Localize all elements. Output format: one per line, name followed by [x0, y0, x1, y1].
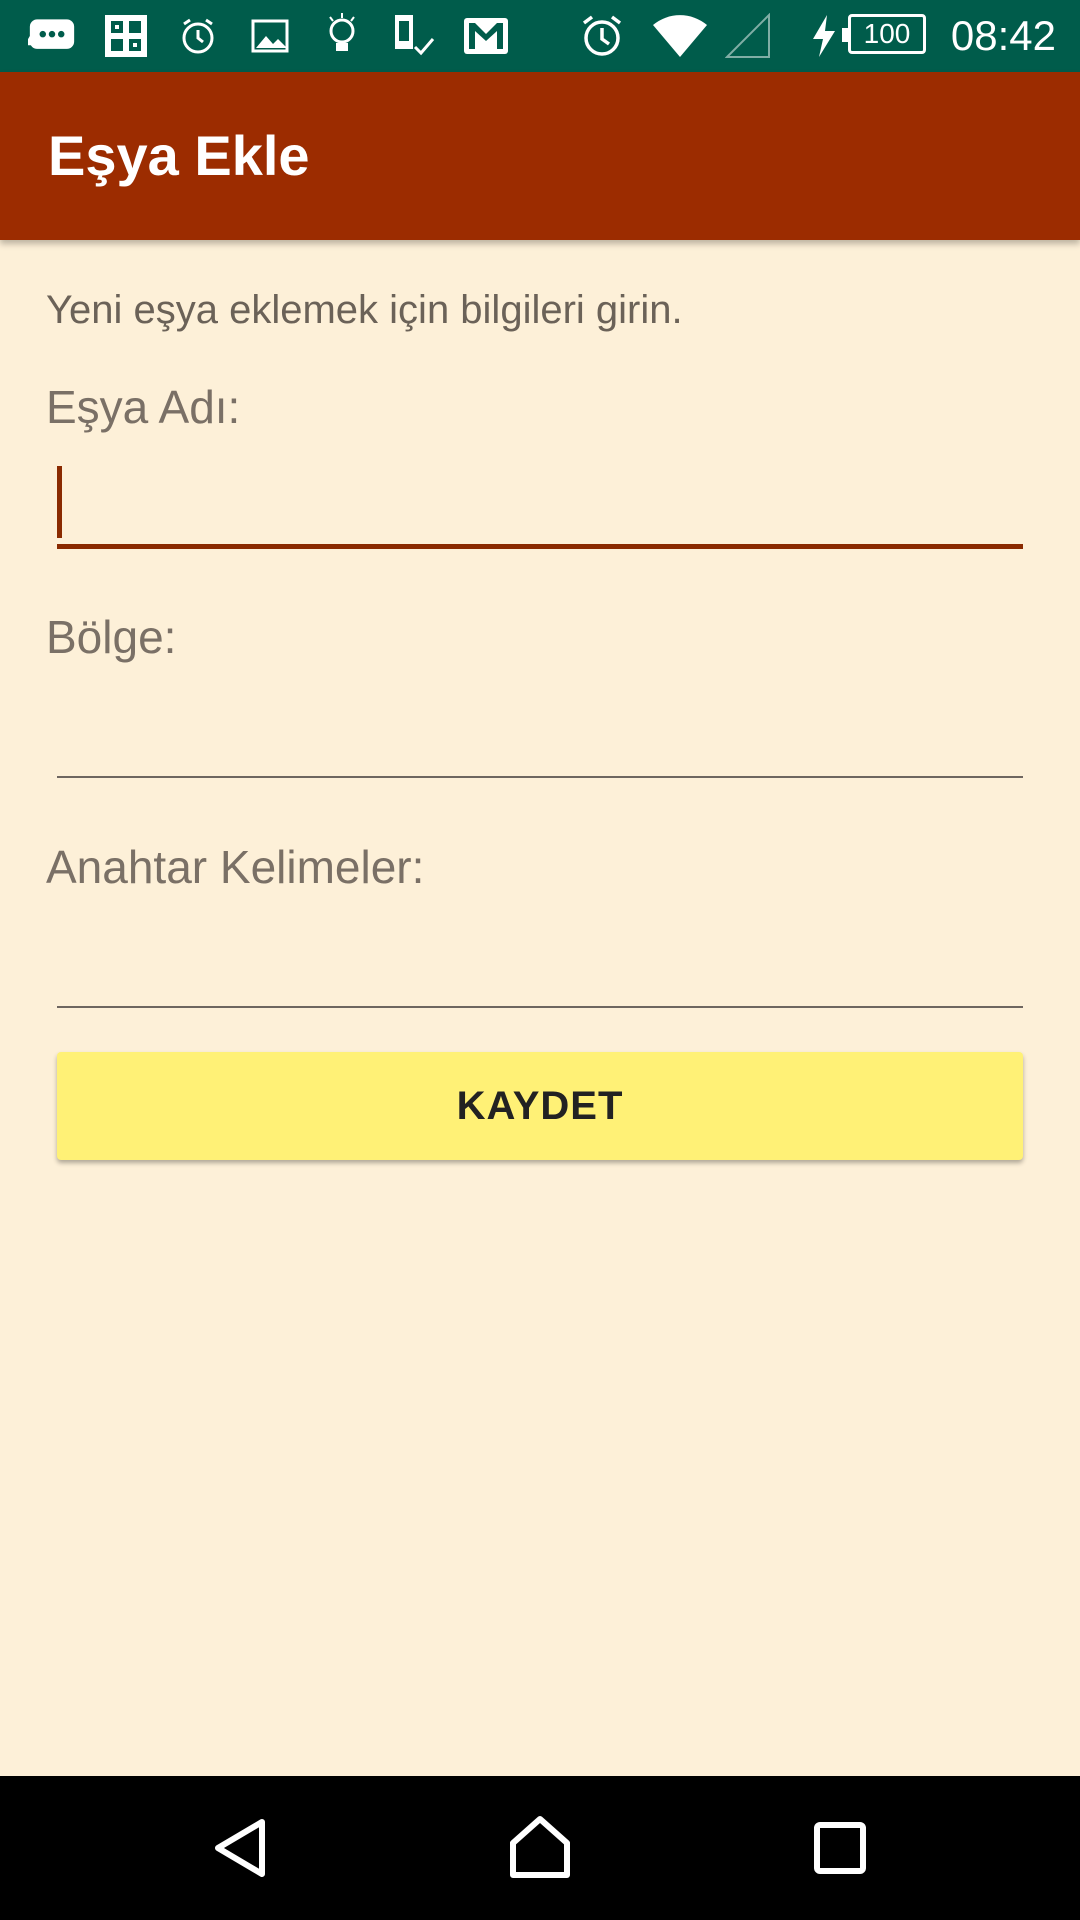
status-bar: 100 08:42: [0, 0, 1080, 72]
navigation-bar: [0, 1776, 1080, 1920]
keywords-input[interactable]: [57, 924, 1023, 1004]
page-title: Eşya Ekle: [48, 124, 310, 187]
battery-indicator: 100: [842, 14, 926, 54]
photo-grid-icon: [102, 12, 150, 60]
wifi-icon: [650, 12, 710, 60]
item-name-label: Eşya Adı:: [46, 381, 241, 433]
region-input[interactable]: [57, 692, 1023, 772]
chat-icon: [28, 12, 76, 60]
item-name-input[interactable]: [57, 458, 1023, 538]
image-icon: [246, 12, 294, 60]
recents-icon[interactable]: [804, 1812, 876, 1884]
item-name-underline: [57, 544, 1023, 549]
status-time: 08:42: [950, 12, 1056, 59]
keywords-label: Anahtar Kelimeler:: [46, 841, 425, 893]
back-icon[interactable]: [204, 1812, 276, 1884]
bulb-icon: [318, 12, 366, 60]
signal-icon: [724, 12, 772, 60]
screen: 100 08:42 Eşya Ekle Yeni eşya eklemek iç…: [0, 0, 1080, 1920]
alarm-icon: [578, 12, 626, 60]
charging-icon: [804, 12, 844, 60]
device-check-icon: [390, 12, 438, 60]
save-button[interactable]: KAYDET: [57, 1052, 1023, 1160]
app-bar: Eşya Ekle: [0, 72, 1080, 240]
home-icon[interactable]: [504, 1812, 576, 1884]
region-label: Bölge:: [46, 611, 177, 663]
instructions-text: Yeni eşya eklemek için bilgileri girin.: [46, 288, 683, 332]
gmail-icon: [462, 12, 510, 60]
alarm-small-icon: [174, 12, 222, 60]
region-underline: [57, 776, 1023, 778]
text-cursor: [57, 466, 62, 538]
form-content: Yeni eşya eklemek için bilgileri girin. …: [0, 240, 1080, 1776]
keywords-underline: [57, 1006, 1023, 1008]
